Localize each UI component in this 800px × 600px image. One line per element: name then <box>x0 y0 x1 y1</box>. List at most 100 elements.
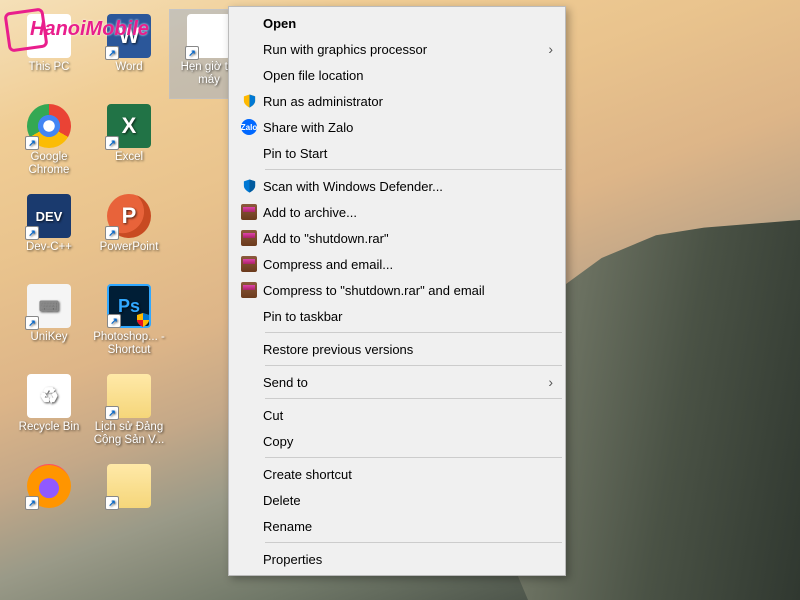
recycle-icon: ♻ <box>27 374 71 418</box>
menu-item-label: Compress to "shutdown.rar" and email <box>263 283 553 298</box>
menu-item-properties[interactable]: Properties <box>231 546 563 572</box>
menu-item-add-to-shutdown-rar-[interactable]: Add to "shutdown.rar" <box>231 225 563 251</box>
desktop-icon-label: Photoshop... - Shortcut <box>91 331 167 357</box>
menu-item-label: Run with graphics processor <box>263 42 548 57</box>
desktop-icon-firefox[interactable]: ↗ <box>10 460 88 548</box>
menu-item-rename[interactable]: Rename <box>231 513 563 539</box>
menu-separator <box>265 332 562 333</box>
menu-separator <box>265 365 562 366</box>
chevron-right-icon: › <box>548 374 553 390</box>
menu-item-pin-to-start[interactable]: Pin to Start <box>231 140 563 166</box>
menu-item-label: Rename <box>263 519 553 534</box>
shield-icon <box>235 93 263 109</box>
menu-item-label: Pin to Start <box>263 146 553 161</box>
desktop-icon-grid: This PCW↗Word↗Hẹn giờ tắt máy↗Google Chr… <box>10 10 248 548</box>
menu-item-cut[interactable]: Cut <box>231 402 563 428</box>
desktop-icon-label: Word <box>115 61 142 74</box>
zalo-icon: Zalo <box>235 119 263 135</box>
shortcut-arrow-icon: ↗ <box>25 136 39 150</box>
desktop-icon-l-ch-s-ng-c-ng-s-n-v-[interactable]: ↗Lịch sử Đảng Cộng Sản V... <box>90 370 168 458</box>
menu-item-label: Open <box>263 16 553 31</box>
watermark-logo: HanoiMobile <box>30 18 149 41</box>
shortcut-arrow-icon: ↗ <box>105 136 119 150</box>
chevron-right-icon: › <box>548 41 553 57</box>
shortcut-arrow-icon: ↗ <box>105 496 119 510</box>
shortcut-arrow-icon: ↗ <box>185 46 199 60</box>
menu-item-label: Create shortcut <box>263 467 553 482</box>
menu-item-compress-and-email-[interactable]: Compress and email... <box>231 251 563 277</box>
menu-item-open[interactable]: Open <box>231 10 563 36</box>
desktop-icon-excel[interactable]: X↗ Excel <box>90 100 168 188</box>
shortcut-file-icon: ↗ <box>187 14 231 58</box>
desktop-icon-label: Dev-C++ <box>26 241 72 254</box>
menu-item-label: Add to archive... <box>263 205 553 220</box>
menu-item-scan-with-windows-defender-[interactable]: Scan with Windows Defender... <box>231 173 563 199</box>
desktop-icon-folder[interactable]: ↗ <box>90 460 168 548</box>
menu-item-label: Scan with Windows Defender... <box>263 179 553 194</box>
unikey-icon: ⌨↗ <box>27 284 71 328</box>
desktop-icon-label: Lịch sử Đảng Cộng Sản V... <box>91 421 167 447</box>
folder-icon: ↗ <box>107 374 151 418</box>
ps-icon: Ps↗ <box>107 284 151 328</box>
desktop-icon-label: This PC <box>29 61 70 74</box>
menu-item-send-to[interactable]: Send to› <box>231 369 563 395</box>
shortcut-arrow-icon: ↗ <box>105 226 119 240</box>
menu-item-create-shortcut[interactable]: Create shortcut <box>231 461 563 487</box>
menu-item-label: Delete <box>263 493 553 508</box>
shortcut-arrow-icon: ↗ <box>25 226 39 240</box>
desktop-icon-dev-c-[interactable]: DEV↗ Dev-C++ <box>10 190 88 278</box>
menu-item-label: Pin to taskbar <box>263 309 553 324</box>
menu-item-label: Share with Zalo <box>263 120 553 135</box>
menu-item-label: Send to <box>263 375 548 390</box>
desktop-icon-unikey[interactable]: ⌨↗ UniKey <box>10 280 88 368</box>
desktop-icon-recycle-bin[interactable]: ♻ Recycle Bin <box>10 370 88 458</box>
desktop-icon-label: PowerPoint <box>100 241 159 254</box>
shortcut-arrow-icon: ↗ <box>25 316 39 330</box>
menu-separator <box>265 542 562 543</box>
menu-item-label: Open file location <box>263 68 553 83</box>
menu-item-label: Properties <box>263 552 553 567</box>
menu-item-label: Run as administrator <box>263 94 553 109</box>
folder-icon: ↗ <box>107 464 151 508</box>
menu-item-label: Compress and email... <box>263 257 553 272</box>
menu-separator <box>265 457 562 458</box>
shortcut-arrow-icon: ↗ <box>105 406 119 420</box>
menu-separator <box>265 169 562 170</box>
winrar-icon <box>235 230 263 246</box>
menu-item-share-with-zalo[interactable]: ZaloShare with Zalo <box>231 114 563 140</box>
desktop-icon-label: Recycle Bin <box>19 421 80 434</box>
excel-icon: X↗ <box>107 104 151 148</box>
desktop-icon-label: Google Chrome <box>11 151 87 177</box>
menu-item-pin-to-taskbar[interactable]: Pin to taskbar <box>231 303 563 329</box>
shortcut-arrow-icon: ↗ <box>105 46 119 60</box>
menu-item-add-to-archive-[interactable]: Add to archive... <box>231 199 563 225</box>
desktop-icon-label: Excel <box>115 151 143 164</box>
menu-separator <box>265 398 562 399</box>
shortcut-arrow-icon: ↗ <box>25 496 39 510</box>
menu-item-run-with-graphics-processor[interactable]: Run with graphics processor› <box>231 36 563 62</box>
shield-icon <box>235 178 263 194</box>
desktop-icon-label: UniKey <box>30 331 67 344</box>
context-menu: OpenRun with graphics processor›Open fil… <box>228 6 566 576</box>
menu-item-run-as-administrator[interactable]: Run as administrator <box>231 88 563 114</box>
ppt-icon: P↗ <box>107 194 151 238</box>
menu-item-open-file-location[interactable]: Open file location <box>231 62 563 88</box>
devcpp-icon: DEV↗ <box>27 194 71 238</box>
desktop-icon-google-chrome[interactable]: ↗Google Chrome <box>10 100 88 188</box>
menu-item-copy[interactable]: Copy <box>231 428 563 454</box>
menu-item-delete[interactable]: Delete <box>231 487 563 513</box>
uac-shield-icon <box>135 312 151 328</box>
menu-item-label: Cut <box>263 408 553 423</box>
menu-item-compress-to-shutdown-rar-and-e[interactable]: Compress to "shutdown.rar" and email <box>231 277 563 303</box>
desktop-icon-photoshop-shortcut[interactable]: Ps↗ Photoshop... - Shortcut <box>90 280 168 368</box>
winrar-icon <box>235 282 263 298</box>
menu-item-restore-previous-versions[interactable]: Restore previous versions <box>231 336 563 362</box>
winrar-icon <box>235 256 263 272</box>
firefox-icon: ↗ <box>27 464 71 508</box>
shortcut-arrow-icon: ↗ <box>107 314 121 328</box>
menu-item-label: Restore previous versions <box>263 342 553 357</box>
menu-item-label: Copy <box>263 434 553 449</box>
winrar-icon <box>235 204 263 220</box>
desktop-icon-powerpoint[interactable]: P↗ PowerPoint <box>90 190 168 278</box>
chrome-icon: ↗ <box>27 104 71 148</box>
